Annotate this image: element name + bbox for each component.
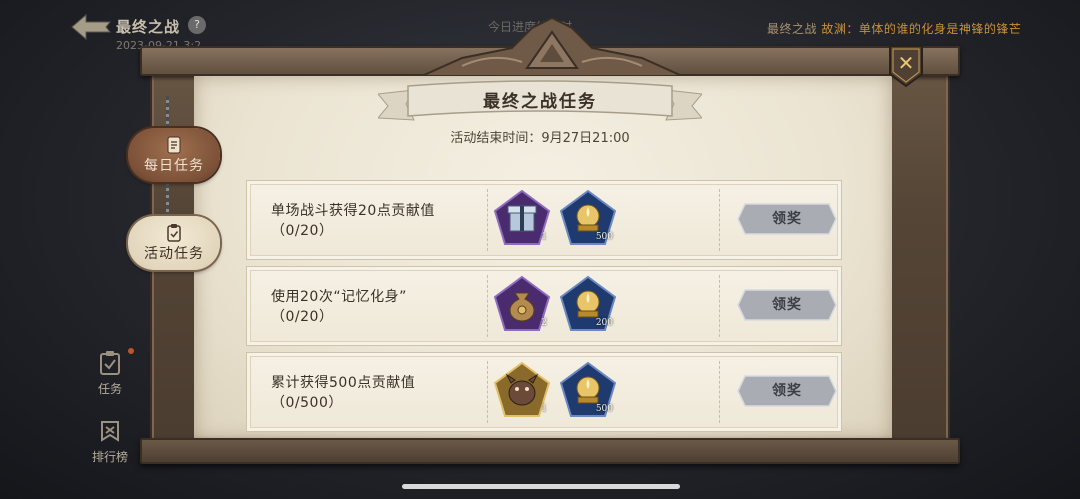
task-progress: （0/500） [271,395,343,411]
task-row: 使用20次“记忆化身” （0/20） 2 200 领奖 [246,266,842,346]
reward-item[interactable]: 500 [559,361,617,419]
checklist-icon [167,224,181,242]
task-description: 累计获得500点贡献值 （0/500） [271,373,415,413]
task-text: 单场战斗获得20点贡献值 [271,203,435,219]
clipboard-icon [100,351,120,375]
back-arrow-icon[interactable] [70,12,112,42]
claim-button[interactable]: 领奖 [737,203,837,235]
row-divider [487,189,488,251]
frame-crest-ornament [422,18,682,77]
claim-button-label: 领奖 [772,211,802,227]
row-divider [719,189,720,251]
help-icon[interactable]: ? [188,16,206,34]
story-text: 故渊：单体的谁的化身是神锋的锋芒 [821,22,1022,36]
page-title: 最终之战 [116,18,181,36]
tab-daily-tasks[interactable]: 每日任务 [128,96,220,182]
frame-bottom-beam [140,438,960,464]
story-line: 最终之战 故渊：单体的谁的化身是神锋的锋芒 [767,20,1021,37]
tab-label-daily: 每日任务 [144,158,204,174]
task-progress: （0/20） [271,223,334,239]
task-progress: （0/20） [271,309,334,325]
scroll-icon [167,136,181,154]
reward-item[interactable]: 2 [493,275,551,333]
task-row: 单场战斗获得20点贡献值 （0/20） 1 500 领奖 [246,180,842,260]
reward-quantity: 500 [595,404,613,414]
reward-item[interactable]: 500 [559,189,617,247]
nav-label-ranking: 排行榜 [91,450,128,464]
reward-quantity: 2 [541,318,547,328]
task-row: 累计获得500点贡献值 （0/500） 1 500 领奖 [246,352,842,432]
event-end-time: 活动结束时间：9月27日21:00 [450,131,630,146]
nav-item-tasks[interactable]: 任务 [80,350,140,397]
rank-banner-icon [101,421,119,442]
task-text: 使用20次“记忆化身” [271,289,407,305]
close-button[interactable]: ✕ [888,44,924,88]
close-symbol: ✕ [898,51,915,75]
hanging-chain [166,96,169,130]
row-divider [487,275,488,337]
reward-item[interactable]: 1 [493,189,551,247]
tab-event-tasks[interactable]: 活动任务 [128,184,220,270]
row-divider [719,361,720,423]
panel-title: 最终之战任务 [483,92,597,112]
tab-label-event: 活动任务 [144,246,204,262]
claim-button[interactable]: 领奖 [737,375,837,407]
home-indicator[interactable] [402,484,680,489]
row-divider [719,275,720,337]
task-description: 使用20次“记忆化身” （0/20） [271,287,407,327]
task-description: 单场战斗获得20点贡献值 （0/20） [271,201,435,241]
hanging-chain [166,184,169,218]
row-divider [487,361,488,423]
reward-item[interactable]: 200 [559,275,617,333]
story-label: 最终之战 [767,22,818,36]
reward-quantity: 500 [595,232,613,242]
reward-quantity: 1 [541,232,547,242]
reward-quantity: 1 [541,404,547,414]
nav-item-ranking[interactable]: 排行榜 [80,420,140,465]
nav-label-tasks: 任务 [97,382,122,396]
claim-button-label: 领奖 [772,383,802,399]
reward-quantity: 200 [595,318,613,328]
task-text: 累计获得500点贡献值 [271,375,416,391]
close-icon: ✕ [889,45,923,88]
claim-button-label: 领奖 [772,297,802,313]
notification-dot [128,348,134,354]
claim-button[interactable]: 领奖 [737,289,837,321]
reward-item[interactable]: 1 [493,361,551,419]
